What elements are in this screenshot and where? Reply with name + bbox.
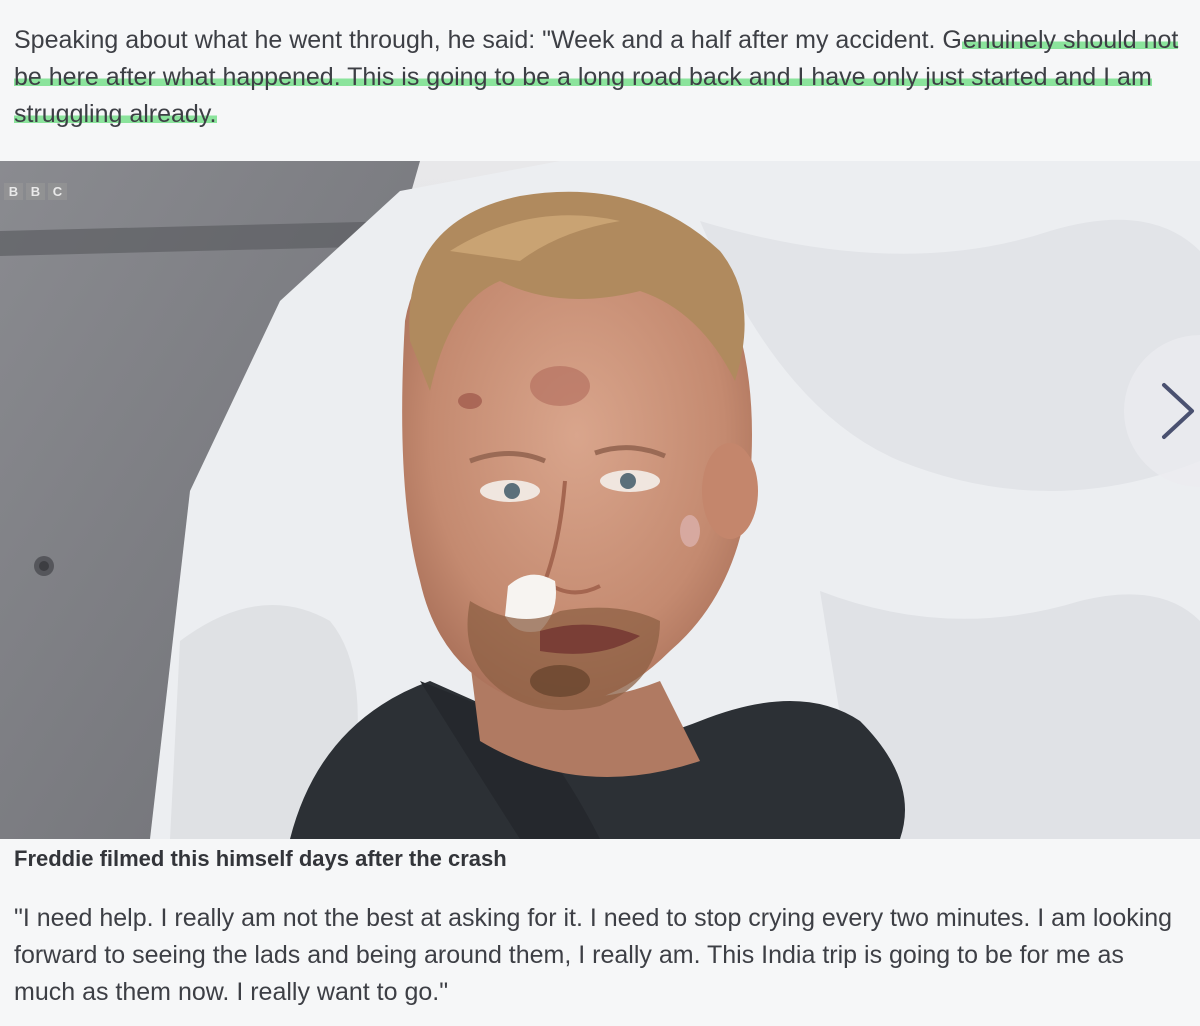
- watermark-letter: B: [4, 183, 23, 200]
- watermark-letter: C: [48, 183, 67, 200]
- article-paragraph-quote: "I need help. I really am not the best a…: [14, 904, 1173, 1006]
- article-paragraph-intro: Speaking about what he went through, he …: [14, 22, 1182, 133]
- watermark-letter: B: [26, 183, 45, 200]
- chevron-right-icon: [1162, 383, 1194, 439]
- photo-illustration: [0, 161, 1200, 839]
- photo-caption: Freddie filmed this himself days after t…: [14, 846, 507, 871]
- intro-text: Speaking about what he went through, he …: [14, 26, 962, 54]
- article-photo: B B C: [0, 161, 1200, 839]
- bbc-watermark: B B C: [4, 183, 67, 200]
